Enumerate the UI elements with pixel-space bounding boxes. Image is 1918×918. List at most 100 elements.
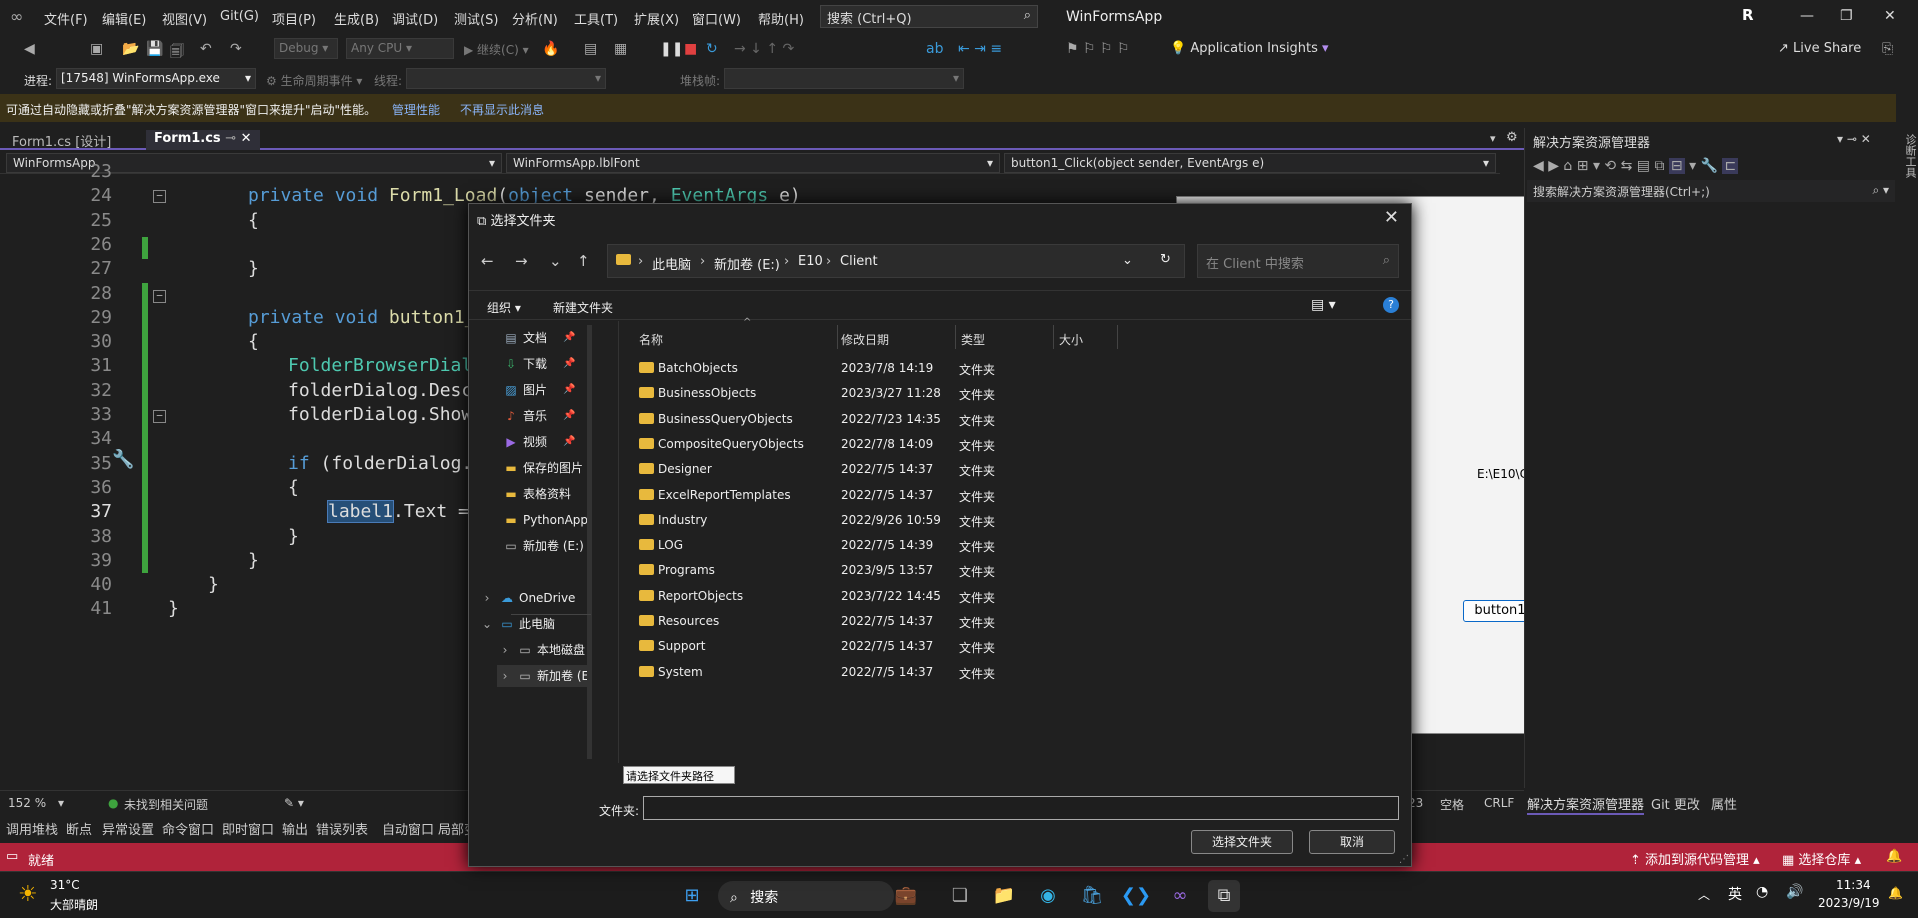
recent-dropdown-icon[interactable]: ⌄ bbox=[549, 252, 562, 270]
menu-item[interactable]: 编辑(E) bbox=[102, 9, 146, 28]
column-size[interactable]: 大小 bbox=[1059, 331, 1083, 348]
close-icon[interactable]: ✕ bbox=[1884, 8, 1896, 24]
nav-item[interactable]: › ▭ 新加卷 (E:) bbox=[497, 665, 591, 687]
folder-input[interactable] bbox=[643, 796, 1399, 820]
member-dropdown[interactable]: button1_Click(object sender, EventArgs e… bbox=[1004, 153, 1496, 173]
close-tab-icon[interactable]: ✕ bbox=[241, 131, 252, 146]
tray-chevron-icon[interactable]: ︿ bbox=[1698, 886, 1710, 903]
whitespace-mode[interactable]: 空格 bbox=[1440, 796, 1464, 813]
code-line[interactable]: label1.Text = f bbox=[326, 500, 491, 524]
menu-item[interactable]: 扩展(X) bbox=[634, 9, 679, 28]
column-separator[interactable] bbox=[955, 325, 956, 349]
menu-item[interactable]: 视图(V) bbox=[162, 9, 207, 28]
visual-studio-logo-icon[interactable]: ∞ bbox=[10, 7, 34, 27]
global-search-box[interactable]: 搜索 (Ctrl+Q) ⌕ bbox=[820, 5, 1038, 28]
bottom-tab[interactable]: 错误列表 bbox=[316, 819, 368, 838]
chevron-down-icon[interactable]: ⌄ bbox=[479, 613, 495, 635]
list-item[interactable]: BusinessQueryObjects 2022/7/23 14:35 文件夹 bbox=[625, 406, 1411, 431]
column-date[interactable]: 修改日期 bbox=[841, 331, 889, 348]
breadcrumb-item[interactable]: E10 bbox=[798, 254, 823, 269]
code-line[interactable]: } bbox=[168, 598, 179, 619]
restore-icon[interactable]: ❐ bbox=[1840, 8, 1853, 24]
code-line[interactable]: } bbox=[248, 550, 259, 571]
stack-frame-select[interactable]: ▾ bbox=[724, 68, 964, 89]
wifi-icon[interactable]: ◔ bbox=[1756, 884, 1768, 900]
breadcrumb-item[interactable]: 新加卷 (E:) bbox=[714, 254, 780, 273]
cancel-button[interactable]: 取消 bbox=[1309, 830, 1395, 854]
issues-status[interactable]: 未找到相关问题 bbox=[124, 796, 208, 813]
filter-icon[interactable]: ⊟ bbox=[1668, 158, 1685, 174]
chevron-right-icon[interactable]: › bbox=[784, 254, 789, 269]
code-line[interactable]: folderDialog.Descr bbox=[288, 380, 483, 401]
volume-icon[interactable]: 🔊 bbox=[1786, 884, 1803, 900]
column-name[interactable]: 名称 bbox=[639, 331, 663, 348]
organize-button[interactable]: 组织 ▾ bbox=[487, 299, 521, 316]
code-line[interactable]: folderDialog.ShowNe bbox=[288, 404, 494, 425]
continue-button[interactable]: ▶ 继续(C) ▾ bbox=[464, 41, 529, 58]
dont-show-again-link[interactable]: 不再显示此消息 bbox=[460, 101, 544, 118]
open-icon[interactable]: 📂 bbox=[122, 41, 139, 57]
list-item[interactable]: ReportObjects 2023/7/22 14:45 文件夹 bbox=[625, 583, 1411, 608]
pin-icon[interactable]: ⊸ bbox=[225, 131, 236, 146]
nav-item[interactable]: ⇩ 下载 📌 bbox=[503, 353, 591, 375]
nav-item[interactable]: ▬ 保存的图片 bbox=[503, 457, 591, 479]
nav-item[interactable]: ▬ 表格资料 bbox=[503, 483, 591, 505]
list-item[interactable]: Support 2022/7/5 14:37 文件夹 bbox=[625, 633, 1411, 658]
bottom-tab[interactable]: 命令窗口 bbox=[162, 819, 214, 838]
platform-select[interactable]: Any CPU ▾ bbox=[346, 38, 454, 59]
restart-icon[interactable]: ↻ bbox=[706, 41, 718, 57]
address-dropdown-icon[interactable]: ⌄ bbox=[1122, 253, 1133, 268]
redo-icon[interactable]: ↷ bbox=[230, 41, 242, 57]
layout-icon[interactable]: ▦ bbox=[614, 41, 627, 57]
nav-item[interactable]: › ▭ 本地磁盘 (C:) bbox=[497, 639, 591, 661]
select-folder-button[interactable]: 选择文件夹 bbox=[1191, 830, 1293, 854]
pin-icon[interactable]: 📌 bbox=[563, 327, 575, 349]
thread-select[interactable]: ▾ bbox=[406, 68, 606, 89]
store-icon[interactable]: 🛍 bbox=[1076, 880, 1108, 912]
help-icon[interactable]: ? bbox=[1383, 297, 1399, 313]
dialog-window-icon[interactable]: ⧉ bbox=[1208, 880, 1240, 912]
list-item[interactable]: System 2022/7/5 14:37 文件夹 bbox=[625, 659, 1411, 684]
nav-item[interactable]: › ☁ OneDrive bbox=[479, 587, 591, 609]
process-select[interactable]: [17548] WinFormsApp.exe ▾ bbox=[56, 68, 256, 89]
nav-item[interactable]: ⌄ ▭ 此电脑 bbox=[479, 613, 591, 635]
up-icon[interactable]: ↑ bbox=[577, 252, 590, 270]
nav-item[interactable]: ▨ 图片 📌 bbox=[503, 379, 591, 401]
column-separator[interactable] bbox=[837, 325, 838, 349]
list-item[interactable]: BusinessObjects 2023/3/27 11:28 文件夹 bbox=[625, 380, 1411, 405]
brush-icon[interactable]: ✎ ▾ bbox=[284, 796, 304, 810]
quick-actions-icon[interactable]: 🔧 bbox=[112, 449, 134, 470]
pin-icon[interactable]: 📌 bbox=[563, 431, 575, 453]
bottom-tab[interactable]: 调用堆栈 bbox=[6, 819, 58, 838]
zoom-level[interactable]: 152 % bbox=[8, 796, 46, 810]
stop-icon[interactable]: ■ bbox=[684, 41, 697, 57]
column-separator[interactable] bbox=[1053, 325, 1054, 349]
tab-properties[interactable]: 属性 bbox=[1711, 794, 1737, 813]
live-share-button[interactable]: ↗ Live Share bbox=[1778, 41, 1861, 56]
bottom-tab[interactable]: 输出 bbox=[282, 819, 308, 838]
code-line[interactable]: } bbox=[248, 258, 259, 279]
notification-icon[interactable]: 🔔 bbox=[1886, 849, 1902, 864]
clock-time[interactable]: 11:34 bbox=[1836, 878, 1871, 892]
address-bar[interactable]: › 此电脑 › 新加卷 (E:) › E10 › Client ⌄ ↻ bbox=[607, 244, 1185, 278]
nav-item[interactable]: ▤ 文档 📌 bbox=[503, 327, 591, 349]
add-to-source-control[interactable]: ⇡ 添加到源代码管理 ▴ bbox=[1630, 849, 1760, 868]
ime-indicator[interactable]: 英 bbox=[1728, 884, 1742, 904]
briefcase-icon[interactable]: 💼 bbox=[890, 880, 922, 912]
zoom-dropdown-icon[interactable]: ▾ bbox=[58, 796, 64, 810]
bottom-tab[interactable]: 即时窗口 bbox=[222, 819, 274, 838]
list-item[interactable]: BatchObjects 2023/7/8 14:19 文件夹 bbox=[625, 355, 1411, 380]
pin-icon[interactable]: 📌 bbox=[563, 353, 575, 375]
code-line[interactable]: } bbox=[208, 574, 219, 595]
taskbar-search[interactable]: ⌕ 搜索 bbox=[718, 881, 894, 911]
nav-item[interactable]: ▶ 视频 📌 bbox=[503, 431, 591, 453]
refresh-icon[interactable]: ↻ bbox=[1160, 252, 1171, 267]
back-icon[interactable]: ← bbox=[481, 252, 494, 270]
new-folder-button[interactable]: 新建文件夹 bbox=[553, 299, 613, 316]
spellcheck-icon[interactable]: ab bbox=[926, 41, 943, 57]
feedback-icon[interactable]: ⎘ bbox=[1882, 41, 1893, 57]
chevron-right-icon[interactable]: › bbox=[638, 254, 643, 269]
menu-item[interactable]: 生成(B) bbox=[334, 9, 379, 28]
tab-dropdown-icon[interactable]: ▾ bbox=[1490, 132, 1496, 145]
tab-git-changes[interactable]: Git 更改 bbox=[1651, 794, 1700, 813]
